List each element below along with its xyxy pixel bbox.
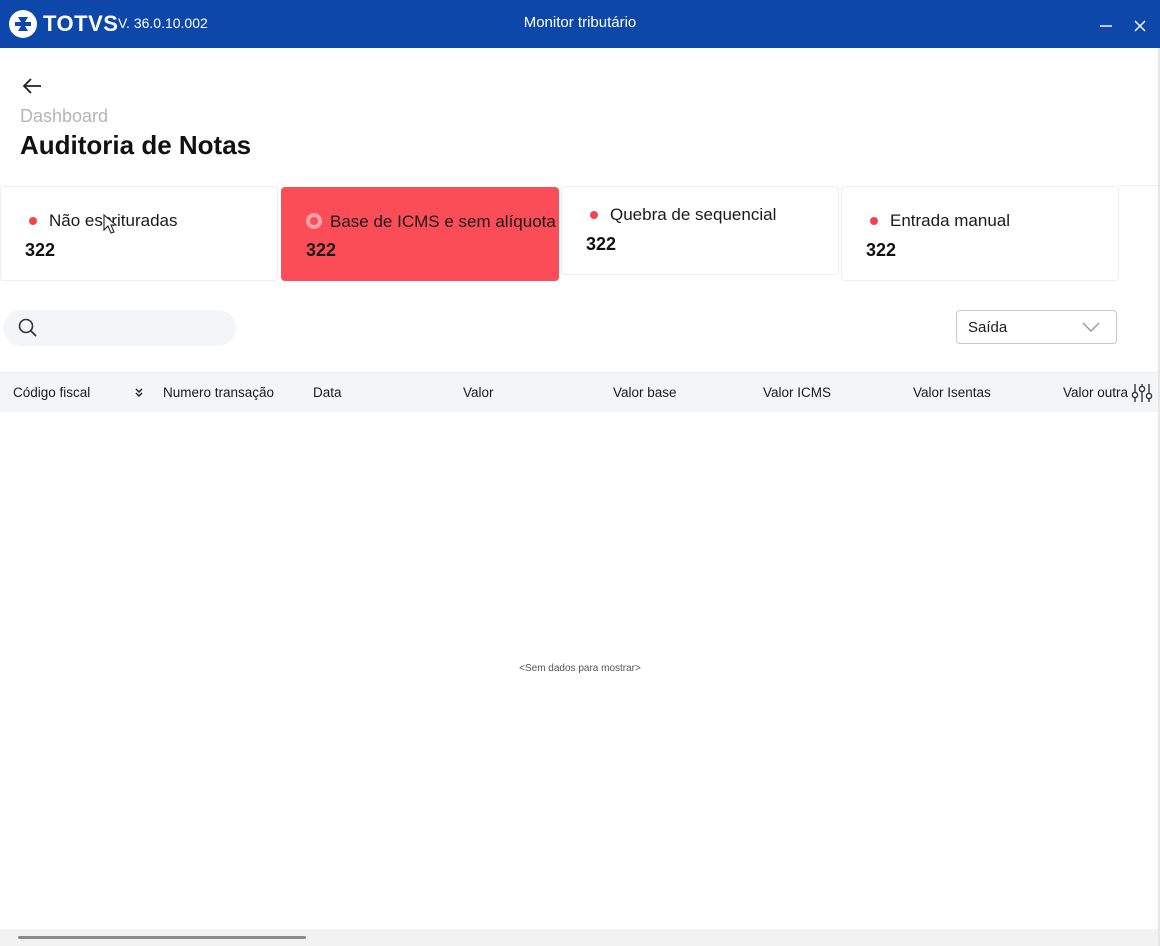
page-title: Auditoria de Notas — [20, 130, 252, 160]
card-count: 322 — [25, 240, 56, 260]
column-header-valor-isentas[interactable]: Valor Isentas — [913, 385, 991, 400]
card-base-icms[interactable]: Base de ICMS e sem alíquota 322 — [281, 187, 559, 281]
card-count: 322 — [866, 240, 897, 260]
empty-table-message: <Sem dados para mostrar> — [519, 663, 641, 674]
column-header-numero-transacao[interactable]: Numero transação — [163, 385, 274, 400]
column-header-valor-icms[interactable]: Valor ICMS — [763, 385, 831, 400]
status-dot — [29, 217, 37, 225]
title-bar: TOTVS V. 36.0.10.002 Monitor tributário — [0, 0, 1160, 48]
arrow-left-icon[interactable] — [20, 74, 44, 98]
column-header-valor-outra[interactable]: Valor outra — [1063, 385, 1128, 400]
breadcrumb[interactable]: Dashboard — [20, 106, 108, 127]
card-count: 322 — [586, 234, 617, 254]
sliders-icon[interactable] — [1130, 382, 1154, 404]
divider — [1119, 185, 1160, 186]
card-label: Base de ICMS e sem alíquota — [330, 212, 556, 231]
minimize-icon[interactable] — [1094, 12, 1118, 36]
close-icon[interactable] — [1128, 12, 1152, 36]
window-title: Monitor tributário — [523, 14, 637, 31]
status-dot — [870, 217, 878, 225]
mouse-cursor-icon — [103, 214, 118, 234]
card-quebra-sequencial[interactable]: Quebra de sequencial 322 — [561, 186, 839, 275]
status-dot — [590, 211, 598, 219]
filter-select[interactable]: Saída — [956, 310, 1117, 344]
card-count: 322 — [306, 240, 337, 260]
scrollbar-thumb[interactable] — [18, 936, 306, 939]
select-value: Saída — [968, 319, 1008, 336]
card-entrada-manual[interactable]: Entrada manual 322 — [841, 186, 1119, 281]
column-header-data[interactable]: Data — [313, 385, 342, 400]
column-header-valor-base[interactable]: Valor base — [613, 385, 677, 400]
column-header-valor[interactable]: Valor — [463, 385, 494, 400]
search-box[interactable] — [3, 310, 236, 346]
double-chevron-down-icon[interactable] — [133, 386, 145, 400]
card-nao-escrituradas[interactable]: Não escrituradas 322 — [0, 186, 278, 281]
chevron-down-icon — [1082, 322, 1100, 332]
selected-radio-icon — [306, 213, 322, 229]
column-header-codigo-fiscal[interactable]: Código fiscal — [13, 385, 90, 400]
card-label: Quebra de sequencial — [610, 205, 777, 224]
search-input[interactable] — [47, 314, 227, 342]
search-icon — [18, 318, 37, 337]
card-label: Entrada manual — [890, 211, 1011, 230]
table-header: Código fiscal Numero transação Data Valo… — [0, 372, 1160, 412]
